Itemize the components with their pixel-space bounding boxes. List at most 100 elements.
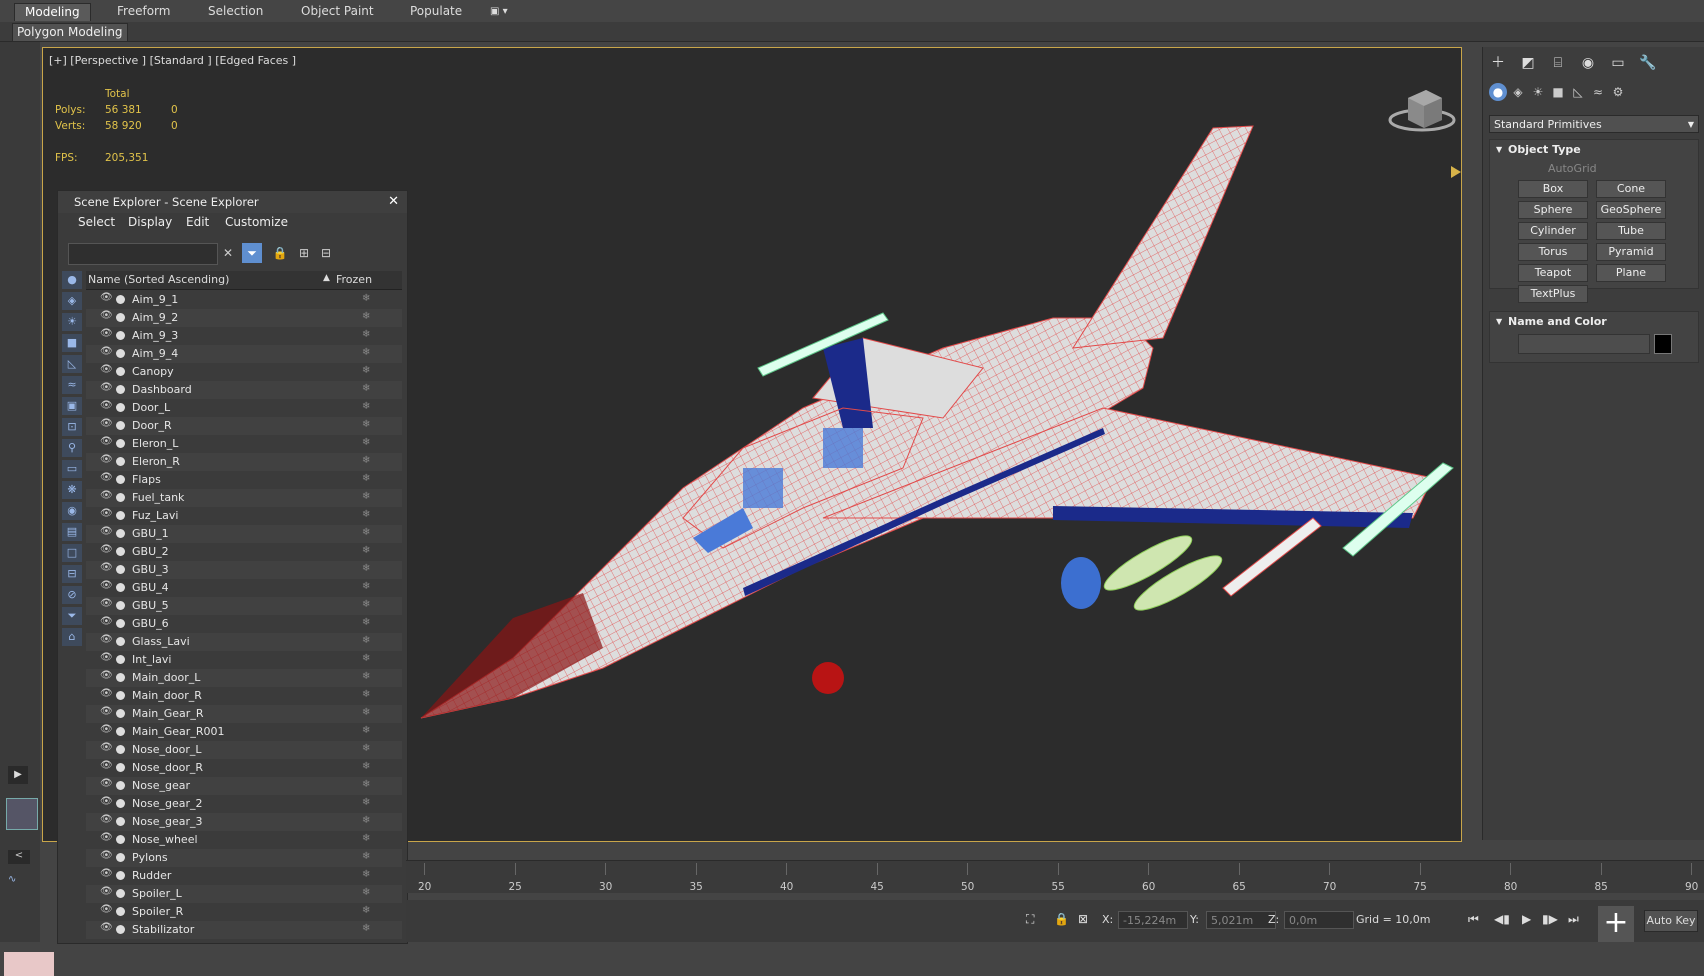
frozen-snowflake-icon[interactable]: ❄ [362, 689, 370, 700]
textplus-button[interactable]: TextPlus [1518, 285, 1588, 303]
frozen-snowflake-icon[interactable]: ❄ [362, 383, 370, 394]
visibility-eye-icon[interactable]: 👁 [100, 832, 113, 843]
scene-object-row[interactable]: 👁 Dashboard ❄ [86, 381, 402, 399]
x-coordinate-field[interactable]: -15,224m [1118, 911, 1188, 929]
frozen-snowflake-icon[interactable]: ❄ [362, 887, 370, 898]
add-key-icon[interactable]: + [1598, 906, 1634, 942]
tab-freeform[interactable]: Freeform [107, 3, 180, 20]
scene-object-row[interactable]: 👁 Stabilizator ❄ [86, 921, 402, 939]
frozen-snowflake-icon[interactable]: ❄ [362, 833, 370, 844]
visibility-eye-icon[interactable]: 👁 [100, 418, 113, 429]
visibility-eye-icon[interactable]: 👁 [100, 688, 113, 699]
menu-edit[interactable]: Edit [186, 215, 209, 229]
visibility-eye-icon[interactable]: 👁 [100, 436, 113, 447]
frozen-snowflake-icon[interactable]: ❄ [362, 905, 370, 916]
scene-object-row[interactable]: 👁 Nose_gear ❄ [86, 777, 402, 795]
particles-filter-icon[interactable]: ❋ [62, 481, 82, 499]
sphere-button[interactable]: Sphere [1518, 201, 1588, 219]
lights-filter-icon[interactable]: ☀ [62, 313, 82, 331]
scene-object-row[interactable]: 👁 Nose_gear_2 ❄ [86, 795, 402, 813]
frozen-snowflake-icon[interactable]: ❄ [362, 761, 370, 772]
scene-object-row[interactable]: 👁 Nose_door_R ❄ [86, 759, 402, 777]
scene-object-row[interactable]: 👁 Aim_9_4 ❄ [86, 345, 402, 363]
frozen-snowflake-icon[interactable]: ❄ [362, 815, 370, 826]
tab-populate[interactable]: Populate [400, 3, 472, 20]
scene-object-row[interactable]: 👁 Rudder ❄ [86, 867, 402, 885]
visibility-eye-icon[interactable]: 👁 [100, 760, 113, 771]
visibility-eye-icon[interactable]: 👁 [100, 616, 113, 627]
frozen-snowflake-icon[interactable]: ❄ [362, 509, 370, 520]
none-filter-icon[interactable]: □ [62, 544, 82, 562]
scene-object-row[interactable]: 👁 Pylons ❄ [86, 849, 402, 867]
column-name[interactable]: Name (Sorted Ascending) [88, 273, 229, 286]
visibility-eye-icon[interactable]: 👁 [100, 490, 113, 501]
object-color-swatch[interactable] [1654, 334, 1672, 354]
visibility-eye-icon[interactable]: 👁 [100, 652, 113, 663]
render-toggle-icon[interactable] [116, 637, 125, 646]
frozen-snowflake-icon[interactable]: ❄ [362, 419, 370, 430]
scene-object-row[interactable]: 👁 Canopy ❄ [86, 363, 402, 381]
scene-explorer-titlebar[interactable]: Scene Explorer - Scene Explorer ✕ [58, 191, 407, 213]
render-toggle-icon[interactable] [116, 439, 125, 448]
render-toggle-icon[interactable] [116, 349, 125, 358]
visibility-eye-icon[interactable]: 👁 [100, 328, 113, 339]
frozen-snowflake-icon[interactable]: ❄ [362, 491, 370, 502]
column-frozen[interactable]: Frozen [336, 273, 372, 286]
visibility-eye-icon[interactable]: 👁 [100, 670, 113, 681]
funnel-icon[interactable]: ⏷ [62, 607, 82, 625]
visibility-eye-icon[interactable]: 👁 [100, 562, 113, 573]
frozen-snowflake-icon[interactable]: ❄ [362, 293, 370, 304]
play-arrow-icon[interactable]: ▶ [8, 766, 28, 784]
all-filter-icon[interactable]: ▤ [62, 523, 82, 541]
render-toggle-icon[interactable] [116, 871, 125, 880]
render-toggle-icon[interactable] [116, 331, 125, 340]
auto-key-button[interactable]: Auto Key [1644, 910, 1698, 932]
helpers-filter-icon[interactable]: ◺ [62, 355, 82, 373]
scene-object-row[interactable]: 👁 Nose_door_L ❄ [86, 741, 402, 759]
frozen-snowflake-icon[interactable]: ❄ [362, 653, 370, 664]
cone-button[interactable]: Cone [1596, 180, 1666, 198]
visibility-eye-icon[interactable]: 👁 [100, 580, 113, 591]
render-toggle-icon[interactable] [116, 925, 125, 934]
frozen-snowflake-icon[interactable]: ❄ [362, 671, 370, 682]
lock-icon[interactable]: 🔒 [270, 243, 290, 263]
tab-polygon-modeling[interactable]: Polygon Modeling [12, 23, 128, 42]
render-toggle-icon[interactable] [116, 583, 125, 592]
timeline[interactable]: 20 25 30 35 40 45 50 55 60 65 70 75 80 85 90 [406, 860, 1704, 893]
visibility-eye-icon[interactable]: 👁 [100, 724, 113, 735]
visibility-eye-icon[interactable]: 👁 [100, 922, 113, 933]
display-tab-icon[interactable]: ▭ [1607, 53, 1629, 73]
render-toggle-icon[interactable] [116, 745, 125, 754]
z-coordinate-field[interactable]: 0,0m [1284, 911, 1354, 929]
shapes-filter-icon[interactable]: ◈ [62, 292, 82, 310]
visibility-eye-icon[interactable]: 👁 [100, 382, 113, 393]
plane-button[interactable]: Plane [1596, 264, 1666, 282]
cylinder-button[interactable]: Cylinder [1518, 222, 1588, 240]
containers-filter-icon[interactable]: ▭ [62, 460, 82, 478]
frozen-snowflake-icon[interactable]: ❄ [362, 437, 370, 448]
render-toggle-icon[interactable] [116, 817, 125, 826]
scene-object-row[interactable]: 👁 Eleron_L ❄ [86, 435, 402, 453]
visibility-eye-icon[interactable]: 👁 [100, 364, 113, 375]
object-name-field[interactable] [1518, 334, 1650, 354]
visibility-eye-icon[interactable]: 👁 [100, 850, 113, 861]
render-toggle-icon[interactable] [116, 529, 125, 538]
frozen-snowflake-icon[interactable]: ❄ [362, 851, 370, 862]
clear-search-icon[interactable]: ✕ [218, 243, 238, 263]
selection-lock-icon[interactable]: ⛶ [1026, 912, 1034, 927]
spacewarps-filter-icon[interactable]: ≈ [62, 376, 82, 394]
frozen-snowflake-icon[interactable]: ❄ [362, 365, 370, 376]
ribbon-options-dropdown[interactable]: ▣ ▾ [480, 3, 518, 20]
frozen-snowflake-icon[interactable]: ❄ [362, 455, 370, 466]
box-button[interactable]: Box [1518, 180, 1588, 198]
visibility-eye-icon[interactable]: 👁 [100, 796, 113, 807]
scene-object-row[interactable]: 👁 Spoiler_L ❄ [86, 885, 402, 903]
visibility-eye-icon[interactable]: 👁 [100, 868, 113, 879]
visibility-eye-icon[interactable]: 👁 [100, 508, 113, 519]
close-icon[interactable]: ✕ [388, 191, 399, 213]
render-toggle-icon[interactable] [116, 601, 125, 610]
torus-button[interactable]: Torus [1518, 243, 1588, 261]
visibility-eye-icon[interactable]: 👁 [100, 400, 113, 411]
visibility-eye-icon[interactable]: 👁 [100, 454, 113, 465]
frozen-snowflake-icon[interactable]: ❄ [362, 347, 370, 358]
